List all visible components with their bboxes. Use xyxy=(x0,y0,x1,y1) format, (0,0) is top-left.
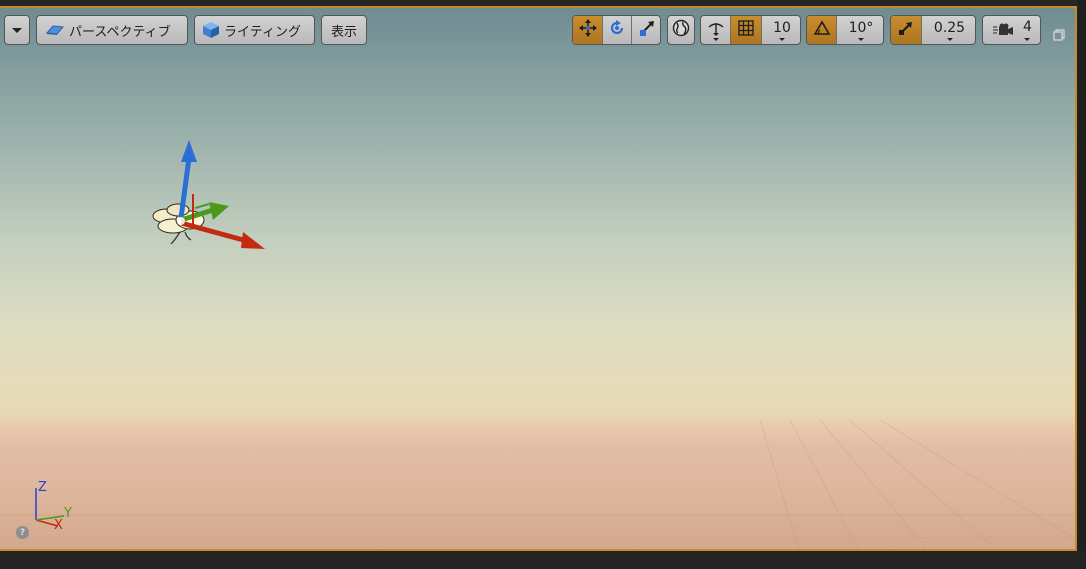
translate-icon xyxy=(578,18,598,42)
level-viewport[interactable]: Z Y X ? xyxy=(0,6,1077,551)
lighting-label: ライティング xyxy=(224,24,301,40)
viewport-options-dropdown[interactable] xyxy=(4,15,30,45)
show-button[interactable]: 表示 xyxy=(321,15,367,45)
lit-cube-icon xyxy=(202,21,220,39)
scale-snap-group: 0.25 xyxy=(890,15,976,45)
grid-icon xyxy=(738,20,754,40)
coordinate-system-button[interactable] xyxy=(667,15,695,45)
rotate-icon xyxy=(608,19,626,41)
grid-snap-value: 10 xyxy=(773,20,791,36)
camera-speed-value: 4 xyxy=(1023,19,1032,35)
grid-snap-caret xyxy=(779,38,785,41)
help-icon[interactable]: ? xyxy=(16,526,29,539)
grid-snap-value-dropdown[interactable]: 10 xyxy=(762,16,800,44)
right-panel-edge xyxy=(1077,0,1086,569)
camera-speed-button[interactable]: 4 xyxy=(982,15,1041,45)
grid-snap-toggle[interactable] xyxy=(731,16,762,44)
z-axis-label: Z xyxy=(38,480,47,495)
floor-grid xyxy=(0,420,1075,549)
surface-snap-caret xyxy=(712,38,719,41)
transform-gizmo[interactable] xyxy=(145,128,275,258)
camera-speed-caret xyxy=(1024,38,1030,41)
z-axis-arrow[interactable] xyxy=(178,140,197,219)
globe-icon xyxy=(672,19,690,41)
rotation-snap-group: 10° xyxy=(806,15,884,45)
chevron-down-icon xyxy=(12,27,22,33)
translate-mode-button[interactable] xyxy=(573,16,603,44)
scale-mode-button[interactable] xyxy=(632,16,660,44)
scale-snap-value: 0.25 xyxy=(933,20,966,36)
perspective-label: パースペクティブ xyxy=(69,24,171,40)
scale-icon xyxy=(638,19,656,41)
perspective-camera-icon xyxy=(45,24,65,36)
scale-snap-toggle[interactable] xyxy=(891,16,922,44)
rotation-snap-value-dropdown[interactable]: 10° xyxy=(837,16,883,44)
grid-snap-group: 10 xyxy=(700,15,801,45)
y-axis-label: Y xyxy=(64,506,72,521)
scale-snap-caret xyxy=(946,38,953,41)
rotation-snap-value: 10° xyxy=(848,20,874,36)
x-axis-arrow[interactable] xyxy=(180,220,265,249)
show-label: 表示 xyxy=(330,24,357,40)
bottom-border xyxy=(0,551,1086,569)
transform-mode-group xyxy=(572,15,661,45)
rotation-snap-caret xyxy=(858,38,864,41)
x-axis-label: X xyxy=(54,518,63,533)
scale-snap-icon xyxy=(898,20,914,40)
rotate-mode-button[interactable] xyxy=(603,16,632,44)
perspective-button[interactable]: パースペクティブ xyxy=(36,15,188,45)
editor-window: Z Y X ? パースペクティブ ライティング 表示 10 10° 0.25 4 xyxy=(0,0,1086,569)
restore-viewport-icon[interactable] xyxy=(1053,26,1065,41)
lighting-button[interactable]: ライティング xyxy=(194,15,315,45)
angle-icon xyxy=(813,20,831,40)
rotation-snap-toggle[interactable] xyxy=(807,16,837,44)
axis-indicator: Z Y X ? xyxy=(16,480,86,544)
camera-speed-icon xyxy=(992,22,1014,42)
surface-snapping-button[interactable] xyxy=(701,16,731,44)
scale-snap-value-dropdown[interactable]: 0.25 xyxy=(922,16,975,44)
